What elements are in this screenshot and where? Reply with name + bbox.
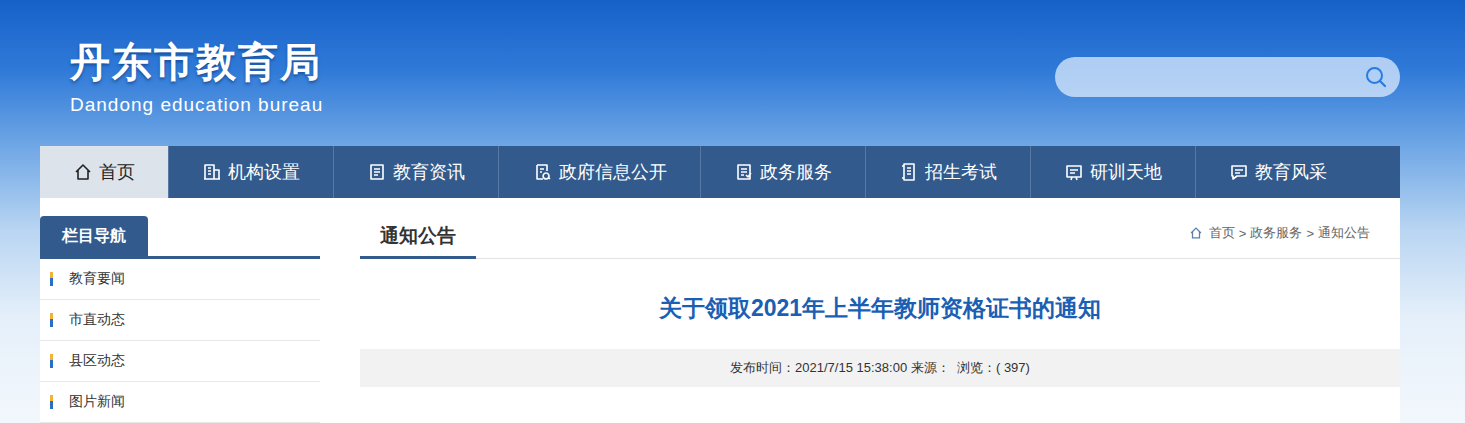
nav-item[interactable]: 教育风采 (1195, 146, 1360, 198)
nav-icon (367, 162, 387, 182)
marker-icon (50, 354, 53, 368)
article-meta: 发布时间：2021/7/15 15:38:00 来源： 浏览：( 397) (360, 349, 1400, 387)
nav-item[interactable]: 政府信息公开 (498, 146, 700, 198)
nav-item[interactable]: 招生考试 (865, 146, 1030, 198)
nav-icon (899, 162, 919, 182)
section-header: 通知公告 首页> 政务服务> 通知公告 (360, 216, 1400, 259)
breadcrumb-separator: > (1239, 226, 1247, 241)
logo-title: 丹东市教育局 (70, 38, 323, 86)
main-panel: 通知公告 首页> 政务服务> 通知公告 关于领取2021年上半年教师资格证书的通… (360, 216, 1400, 423)
sidebar: 栏目导航 教育要闻 市直动态 县区动态 图片新闻 (40, 216, 320, 423)
nav-label: 教育风采 (1255, 160, 1327, 184)
nav-label: 研训天地 (1090, 160, 1162, 184)
magnifier-icon[interactable] (1364, 65, 1388, 89)
breadcrumb: 首页> 政务服务> 通知公告 (1189, 224, 1400, 258)
search-box[interactable] (1055, 57, 1400, 97)
home-icon (1189, 226, 1203, 240)
nav-label: 教育资讯 (393, 160, 465, 184)
nav-label: 政府信息公开 (559, 160, 667, 184)
sidebar-item[interactable]: 县区动态 (40, 341, 320, 382)
nav-item[interactable]: 机构设置 (168, 146, 333, 198)
nav-label: 首页 (99, 160, 135, 184)
marker-icon (50, 313, 53, 327)
content: 栏目导航 教育要闻 市直动态 县区动态 图片新闻 通知公告 首页> 政务服务> … (40, 198, 1400, 423)
sidebar-item[interactable]: 教育要闻 (40, 259, 320, 300)
nav-label: 招生考试 (925, 160, 997, 184)
nav-item[interactable]: 首页 (40, 146, 168, 198)
nav-item[interactable]: 教育资讯 (333, 146, 498, 198)
main-nav: 首页 机构设置 教育资讯 政府信息公开 政务服务 招生考试 研训天地 教育风采 (40, 146, 1400, 198)
section-title: 通知公告 (360, 216, 476, 259)
banner: 丹东市教育局 Dandong education bureau (0, 0, 1465, 146)
sidebar-item[interactable]: 图片新闻 (40, 382, 320, 423)
logo-subtitle: Dandong education bureau (70, 94, 323, 116)
nav-label: 机构设置 (228, 160, 300, 184)
sidebar-item[interactable]: 市直动态 (40, 300, 320, 341)
marker-icon (50, 395, 53, 409)
nav-icon (1229, 162, 1249, 182)
article-title: 关于领取2021年上半年教师资格证书的通知 (360, 259, 1400, 349)
page: 丹东市教育局 Dandong education bureau 首页 机构设置 … (0, 0, 1465, 423)
sidebar-header: 栏目导航 (40, 216, 320, 259)
sidebar-title: 栏目导航 (40, 216, 148, 256)
nav-item[interactable]: 政务服务 (700, 146, 865, 198)
nav-icon (734, 162, 754, 182)
nav-icon (1064, 162, 1084, 182)
breadcrumb-item[interactable]: 通知公告 (1318, 224, 1370, 242)
nav-label: 政务服务 (760, 160, 832, 184)
nav-icon (73, 162, 93, 182)
logo[interactable]: 丹东市教育局 Dandong education bureau (70, 0, 323, 116)
nav-item[interactable]: 研训天地 (1030, 146, 1195, 198)
nav-icon (202, 162, 222, 182)
breadcrumb-item[interactable]: 政务服务 (1250, 224, 1302, 242)
breadcrumb-separator: > (1306, 226, 1314, 241)
marker-icon (50, 272, 53, 286)
breadcrumb-item[interactable]: 首页 (1209, 224, 1235, 242)
nav-icon (533, 162, 553, 182)
